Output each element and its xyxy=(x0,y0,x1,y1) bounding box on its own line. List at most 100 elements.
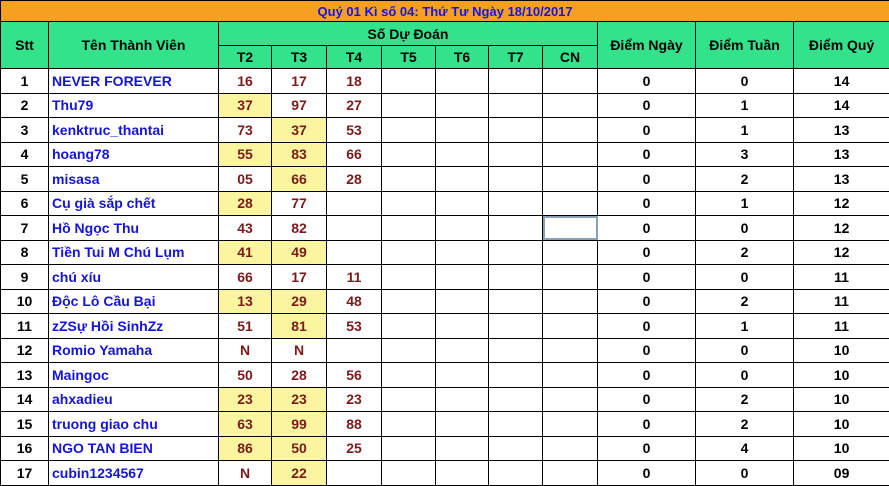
prediction-t6[interactable] xyxy=(436,338,489,363)
member-name[interactable]: cubin1234567 xyxy=(49,461,219,486)
prediction-t5[interactable] xyxy=(382,93,436,118)
diem-ngay[interactable]: 0 xyxy=(598,240,696,265)
prediction-t6[interactable] xyxy=(436,265,489,290)
diem-ngay[interactable]: 0 xyxy=(598,216,696,241)
prediction-t2[interactable]: N xyxy=(219,461,272,486)
diem-quy[interactable]: 12 xyxy=(794,191,889,216)
prediction-cn[interactable] xyxy=(543,412,598,437)
diem-tuan[interactable]: 1 xyxy=(696,314,794,339)
prediction-t7[interactable] xyxy=(489,387,543,412)
member-name[interactable]: misasa xyxy=(49,167,219,192)
diem-ngay[interactable]: 0 xyxy=(598,363,696,388)
prediction-t4[interactable]: 53 xyxy=(327,314,382,339)
prediction-t4[interactable] xyxy=(327,191,382,216)
diem-ngay[interactable]: 0 xyxy=(598,93,696,118)
diem-quy[interactable]: 14 xyxy=(794,69,889,94)
prediction-cn[interactable] xyxy=(543,387,598,412)
row-stt[interactable]: 3 xyxy=(1,118,49,143)
prediction-t7[interactable] xyxy=(489,461,543,486)
prediction-t4[interactable]: 48 xyxy=(327,289,382,314)
prediction-cn[interactable] xyxy=(543,289,598,314)
prediction-t6[interactable] xyxy=(436,191,489,216)
diem-quy[interactable]: 13 xyxy=(794,142,889,167)
prediction-t4[interactable]: 18 xyxy=(327,69,382,94)
diem-tuan[interactable]: 3 xyxy=(696,142,794,167)
prediction-t5[interactable] xyxy=(382,289,436,314)
prediction-t3[interactable]: 82 xyxy=(272,216,327,241)
prediction-t5[interactable] xyxy=(382,338,436,363)
diem-tuan[interactable]: 1 xyxy=(696,93,794,118)
prediction-t4[interactable]: 11 xyxy=(327,265,382,290)
diem-tuan[interactable]: 0 xyxy=(696,363,794,388)
prediction-t7[interactable] xyxy=(489,142,543,167)
prediction-t7[interactable] xyxy=(489,118,543,143)
prediction-t3[interactable]: 50 xyxy=(272,436,327,461)
prediction-t5[interactable] xyxy=(382,216,436,241)
diem-ngay[interactable]: 0 xyxy=(598,338,696,363)
prediction-t2[interactable]: 43 xyxy=(219,216,272,241)
diem-quy[interactable]: 12 xyxy=(794,216,889,241)
prediction-t3[interactable]: 97 xyxy=(272,93,327,118)
row-stt[interactable]: 10 xyxy=(1,289,49,314)
prediction-cn[interactable] xyxy=(543,240,598,265)
prediction-t3[interactable]: 66 xyxy=(272,167,327,192)
row-stt[interactable]: 16 xyxy=(1,436,49,461)
prediction-t2[interactable]: 05 xyxy=(219,167,272,192)
diem-ngay[interactable]: 0 xyxy=(598,191,696,216)
prediction-t5[interactable] xyxy=(382,167,436,192)
row-stt[interactable]: 6 xyxy=(1,191,49,216)
prediction-cn[interactable] xyxy=(543,314,598,339)
row-stt[interactable]: 14 xyxy=(1,387,49,412)
prediction-t2[interactable]: 51 xyxy=(219,314,272,339)
prediction-t5[interactable] xyxy=(382,69,436,94)
diem-ngay[interactable]: 0 xyxy=(598,314,696,339)
member-name[interactable]: hoang78 xyxy=(49,142,219,167)
member-name[interactable]: Hồ Ngọc Thu xyxy=(49,216,219,241)
diem-quy[interactable]: 14 xyxy=(794,93,889,118)
diem-tuan[interactable]: 0 xyxy=(696,338,794,363)
diem-quy[interactable]: 12 xyxy=(794,240,889,265)
diem-tuan[interactable]: 2 xyxy=(696,240,794,265)
diem-ngay[interactable]: 0 xyxy=(598,265,696,290)
member-name[interactable]: chú xíu xyxy=(49,265,219,290)
member-name[interactable]: ahxadieu xyxy=(49,387,219,412)
prediction-t4[interactable]: 28 xyxy=(327,167,382,192)
diem-tuan[interactable]: 1 xyxy=(696,118,794,143)
prediction-t6[interactable] xyxy=(436,363,489,388)
member-name[interactable]: Cụ già sắp chết xyxy=(49,191,219,216)
prediction-t6[interactable] xyxy=(436,167,489,192)
prediction-t2[interactable]: 23 xyxy=(219,387,272,412)
prediction-t3[interactable]: 28 xyxy=(272,363,327,388)
prediction-t3[interactable]: 83 xyxy=(272,142,327,167)
prediction-t7[interactable] xyxy=(489,191,543,216)
prediction-t2[interactable]: 41 xyxy=(219,240,272,265)
member-name[interactable]: NEVER FOREVER xyxy=(49,69,219,94)
row-stt[interactable]: 5 xyxy=(1,167,49,192)
prediction-t6[interactable] xyxy=(436,387,489,412)
diem-tuan[interactable]: 2 xyxy=(696,289,794,314)
prediction-cn[interactable] xyxy=(543,93,598,118)
prediction-t5[interactable] xyxy=(382,387,436,412)
row-stt[interactable]: 4 xyxy=(1,142,49,167)
prediction-t7[interactable] xyxy=(489,363,543,388)
diem-quy[interactable]: 11 xyxy=(794,314,889,339)
prediction-cn[interactable] xyxy=(543,191,598,216)
member-name[interactable]: Tiền Tui M Chú Lụm xyxy=(49,240,219,265)
prediction-t3[interactable]: 49 xyxy=(272,240,327,265)
prediction-t2[interactable]: 63 xyxy=(219,412,272,437)
prediction-cn[interactable] xyxy=(543,363,598,388)
prediction-t7[interactable] xyxy=(489,93,543,118)
prediction-cn[interactable] xyxy=(543,69,598,94)
member-name[interactable]: truong giao chu xyxy=(49,412,219,437)
member-name[interactable]: kenktruc_thantai xyxy=(49,118,219,143)
prediction-t6[interactable] xyxy=(436,142,489,167)
prediction-t4[interactable]: 25 xyxy=(327,436,382,461)
diem-quy[interactable]: 10 xyxy=(794,436,889,461)
diem-ngay[interactable]: 0 xyxy=(598,412,696,437)
prediction-t6[interactable] xyxy=(436,461,489,486)
prediction-t3[interactable]: 37 xyxy=(272,118,327,143)
row-stt[interactable]: 1 xyxy=(1,69,49,94)
prediction-t6[interactable] xyxy=(436,436,489,461)
prediction-t2[interactable]: 55 xyxy=(219,142,272,167)
prediction-cn[interactable] xyxy=(543,461,598,486)
